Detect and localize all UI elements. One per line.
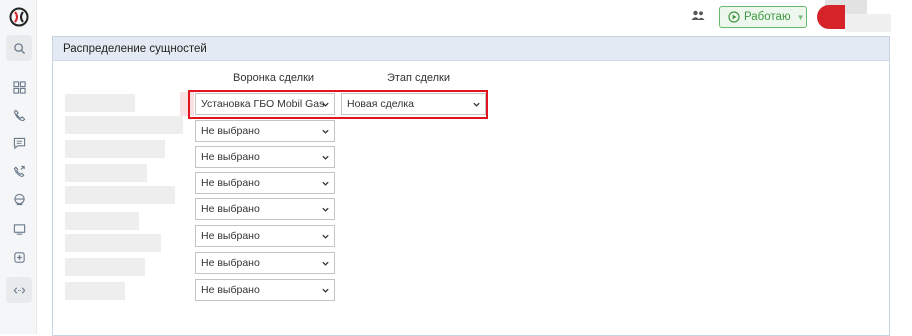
- entity-name-blurred: [65, 212, 139, 230]
- user-name-blurred: [845, 14, 891, 32]
- sidebar-item-chats[interactable]: [6, 130, 32, 156]
- entity-name-blurred: [65, 164, 147, 182]
- funnel-select-value: Не выбрано: [201, 284, 260, 296]
- play-circle-icon: [728, 11, 740, 23]
- entity-name-blurred: [65, 140, 165, 158]
- status-button[interactable]: Работаю ▼: [719, 6, 807, 28]
- call-forward-icon: [13, 165, 25, 177]
- chevron-down-icon: ▼: [796, 12, 805, 22]
- dashboard-icon: [12, 80, 26, 94]
- sidebar-item-integrations[interactable]: [6, 277, 32, 303]
- sidebar: [0, 0, 37, 334]
- chevron-down-icon: [322, 261, 329, 266]
- funnel-select[interactable]: Не выбрано: [195, 120, 335, 142]
- funnel-select-value: Не выбрано: [201, 151, 260, 163]
- entity-name-blurred: [65, 186, 175, 204]
- entity-name-blurred: [65, 234, 161, 252]
- chevron-down-icon: [322, 234, 329, 239]
- message-icon: [13, 223, 25, 235]
- funnel-select[interactable]: Не выбрано: [195, 198, 335, 220]
- sidebar-item-bots[interactable]: [6, 186, 32, 212]
- status-label: Работаю: [744, 11, 791, 23]
- funnel-select-value: Не выбрано: [201, 203, 260, 215]
- sidebar-item-security[interactable]: [6, 244, 32, 270]
- sidebar-item-calls[interactable]: [6, 102, 32, 128]
- entity-name-blurred: [65, 282, 125, 300]
- funnel-select[interactable]: Не выбрано: [195, 225, 335, 247]
- entity-distribution-panel: Распределение сущностей Воронка сделки Э…: [52, 36, 890, 336]
- chevron-down-icon: [322, 129, 329, 134]
- top-bar: Работаю ▼ ▼: [37, 0, 912, 34]
- chevron-down-icon: [322, 181, 329, 186]
- sidebar-item-dashboard[interactable]: [6, 74, 32, 100]
- funnel-select-value: Не выбрано: [201, 125, 260, 137]
- chevron-down-icon: [322, 207, 329, 212]
- sidebar-item-call-forwarding[interactable]: [6, 158, 32, 184]
- column-header-funnel: Воронка сделки: [233, 72, 315, 84]
- funnel-select-value: Не выбрано: [201, 177, 260, 189]
- funnel-select[interactable]: Не выбрано: [195, 252, 335, 274]
- panel-title: Распределение сущностей: [53, 36, 889, 61]
- entity-name-blurred: [65, 116, 183, 134]
- robot-icon: [13, 193, 25, 205]
- sidebar-item-messages[interactable]: [6, 216, 32, 242]
- search-button[interactable]: [6, 35, 32, 61]
- chevron-down-icon: [322, 155, 329, 160]
- phone-icon: [13, 109, 25, 121]
- search-icon: [13, 42, 25, 54]
- column-header-stage: Этап сделки: [387, 72, 450, 84]
- logo-icon[interactable]: [9, 7, 29, 27]
- funnel-select-value: Не выбрано: [201, 230, 260, 242]
- entity-name-blurred: [65, 258, 145, 276]
- integration-icon: [13, 286, 25, 294]
- entity-name-blurred: [65, 94, 135, 112]
- avatar[interactable]: [817, 5, 845, 29]
- shield-icon: [13, 251, 25, 263]
- users-icon[interactable]: [691, 10, 705, 22]
- funnel-select[interactable]: Не выбрано: [195, 172, 335, 194]
- funnel-select[interactable]: Не выбрано: [195, 146, 335, 168]
- highlight-box: [188, 90, 488, 119]
- funnel-select-value: Не выбрано: [201, 257, 260, 269]
- funnel-select[interactable]: Не выбрано: [195, 279, 335, 301]
- chevron-down-icon: [322, 288, 329, 293]
- chat-icon: [13, 137, 25, 149]
